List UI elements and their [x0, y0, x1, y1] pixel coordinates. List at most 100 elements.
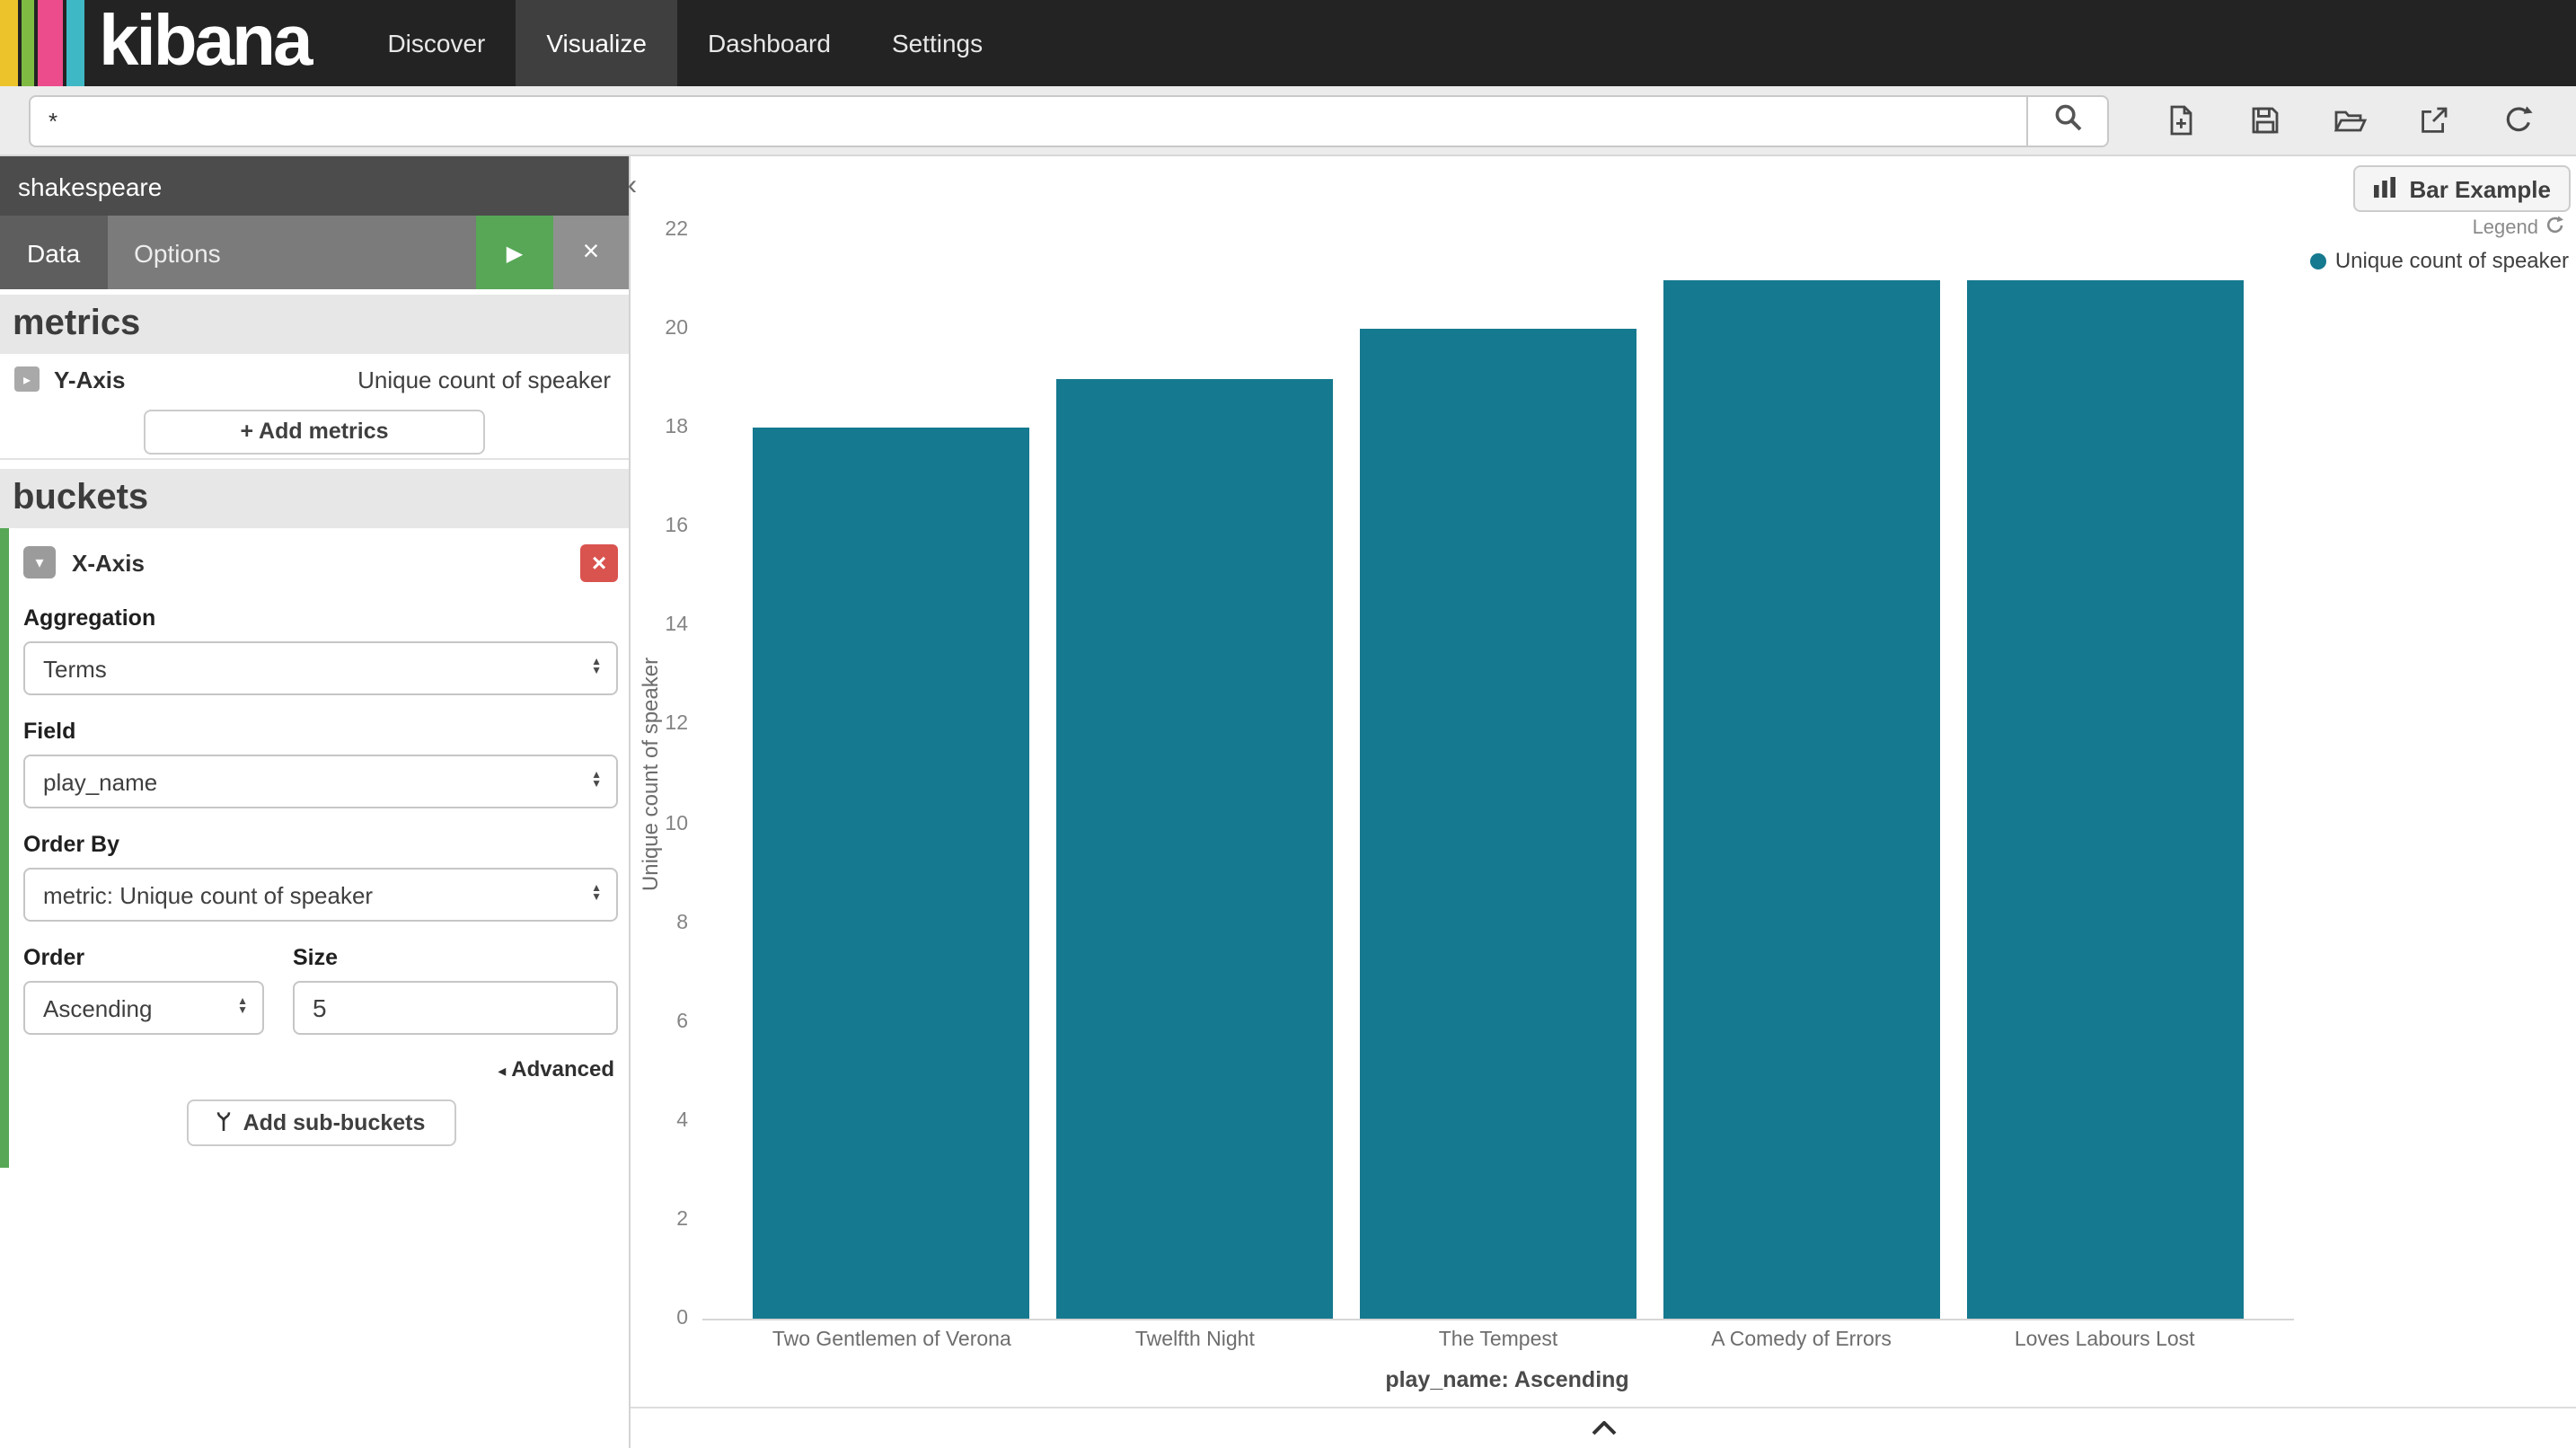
sidebar-tabs: Data Options ▶ × — [0, 216, 629, 289]
order-select[interactable]: Ascending ▲▼ — [23, 981, 264, 1035]
x-category-label: The Tempest — [1439, 1329, 1558, 1351]
nav-item-discover[interactable]: Discover — [357, 0, 516, 86]
buckets-section-heading: buckets — [0, 469, 629, 528]
bar-chart-plot: 0246810121416182022 — [702, 230, 2294, 1320]
viz-type-label: Bar Example — [2409, 175, 2551, 202]
legend-series-dot — [2310, 252, 2326, 269]
nav-item-settings[interactable]: Settings — [861, 0, 1013, 86]
add-metrics-button[interactable]: + Add metrics — [144, 409, 485, 454]
legend-toggle[interactable]: Legend — [2473, 216, 2565, 241]
aggregation-select-value: Terms — [43, 655, 591, 682]
chart-bar-0[interactable] — [754, 428, 1030, 1319]
x-category-label: Loves Labours Lost — [2015, 1329, 2195, 1351]
viz-type-badge: Bar Example — [2353, 165, 2571, 212]
y-tick-label: 14 — [665, 615, 688, 637]
select-stepper-icon: ▲▼ — [237, 998, 248, 1018]
y-tick-label: 20 — [665, 318, 688, 340]
field-select-value: play_name — [43, 768, 591, 795]
index-pattern-header: shakespeare — [0, 156, 629, 216]
legend-item[interactable]: Unique count of speaker — [2310, 248, 2569, 273]
load-visualization-icon[interactable] — [2332, 102, 2368, 138]
order-select-value: Ascending — [43, 994, 237, 1021]
tab-data[interactable]: Data — [0, 216, 107, 289]
share-icon[interactable] — [2416, 102, 2452, 138]
brand-text: kibana — [99, 0, 310, 86]
nav-item-visualize[interactable]: Visualize — [516, 0, 677, 86]
order-label: Order — [23, 945, 264, 970]
remove-bucket-button[interactable]: × — [580, 543, 618, 581]
y-axis-title: Unique count of speaker — [631, 230, 670, 1319]
add-subbuckets-button[interactable]: Add sub-buckets — [186, 1099, 455, 1146]
chart-bar-3[interactable] — [1663, 279, 1940, 1319]
x-axis-title: play_name: Ascending — [1385, 1367, 1628, 1392]
field-label: Field — [23, 719, 618, 744]
close-icon: × — [583, 236, 600, 267]
sidebar-collapse-icon[interactable]: ‹ — [618, 171, 647, 203]
y-tick-label: 6 — [676, 1011, 688, 1032]
chart-bar-2[interactable] — [1360, 329, 1636, 1319]
viz-footer-divider — [631, 1407, 2576, 1408]
discard-changes-button[interactable]: × — [553, 216, 629, 289]
size-label: Size — [293, 945, 618, 970]
kibana-logo[interactable]: kibana — [0, 0, 357, 86]
x-category-label: A Comedy of Errors — [1711, 1329, 1892, 1351]
size-input[interactable] — [293, 981, 618, 1035]
y-tick-label: 8 — [676, 912, 688, 933]
y-tick-label: 4 — [676, 1110, 688, 1132]
tabs-spacer — [248, 216, 476, 289]
save-visualization-icon[interactable] — [2247, 102, 2283, 138]
metric-label: Y-Axis — [54, 366, 126, 393]
x-category-label: Twelfth Night — [1135, 1329, 1255, 1351]
select-stepper-icon: ▲▼ — [591, 658, 602, 678]
legend-rotate-icon — [2545, 216, 2565, 241]
expand-right-icon[interactable]: ▸ — [14, 366, 40, 392]
toolbar-icons — [2163, 102, 2536, 138]
query-toolbar — [0, 86, 2576, 156]
order-size-row: Order Ascending ▲▼ Size — [23, 922, 618, 1035]
advanced-toggle[interactable]: ◂ Advanced — [23, 1056, 618, 1082]
y-tick-label: 12 — [665, 714, 688, 736]
play-icon: ▶ — [507, 242, 523, 263]
metrics-section-heading: metrics — [0, 295, 629, 354]
screenshot-viewport: kibana Discover Visualize Dashboard Sett… — [0, 0, 2576, 1448]
field-select[interactable]: play_name ▲▼ — [23, 755, 618, 808]
visualization-editor-sidebar: shakespeare Data Options ▶ × metrics ▸ Y… — [0, 156, 631, 1448]
chart-bar-4[interactable] — [1966, 279, 2243, 1319]
aggregation-label: Aggregation — [23, 605, 618, 631]
new-visualization-icon[interactable] — [2163, 102, 2199, 138]
bar-chart-icon — [2373, 175, 2398, 202]
bucket-title-row: ▾ X-Axis × — [23, 543, 618, 582]
y-tick-label: 2 — [676, 1209, 688, 1231]
refresh-icon[interactable] — [2501, 102, 2536, 138]
x-axis-category-labels: Two Gentlemen of Verona Twelfth Night The … — [702, 1329, 2294, 1358]
nav-item-dashboard[interactable]: Dashboard — [677, 0, 861, 86]
x-category-label: Two Gentlemen of Verona — [772, 1329, 1011, 1351]
y-axis-metric-row[interactable]: ▸ Y-Axis Unique count of speaker — [0, 354, 629, 404]
aggregation-select[interactable]: Terms ▲▼ — [23, 641, 618, 695]
metric-value: Unique count of speaker — [357, 366, 611, 393]
collapse-spy-panel-button[interactable] — [1564, 1412, 1643, 1441]
tab-options[interactable]: Options — [107, 216, 248, 289]
advanced-label: Advanced — [511, 1056, 614, 1082]
legend-series-label: Unique count of speaker — [2335, 248, 2569, 273]
branch-icon — [216, 1109, 233, 1136]
legend-toggle-label: Legend — [2473, 217, 2538, 239]
query-input[interactable] — [29, 94, 2026, 146]
apply-changes-button[interactable]: ▶ — [476, 216, 553, 289]
y-tick-label: 16 — [665, 517, 688, 538]
y-tick-label: 22 — [665, 219, 688, 241]
order-by-select[interactable]: metric: Unique count of speaker ▲▼ — [23, 868, 618, 922]
order-by-label: Order By — [23, 832, 618, 857]
bucket-title: X-Axis — [72, 549, 145, 576]
kibana-logo-mark-icon — [0, 0, 84, 86]
select-stepper-icon: ▲▼ — [591, 885, 602, 905]
chevron-down-icon[interactable]: ▾ — [23, 546, 56, 578]
chart-bar-1[interactable] — [1056, 378, 1333, 1319]
top-navbar: kibana Discover Visualize Dashboard Sett… — [0, 0, 2576, 86]
advanced-collapse-icon: ◂ — [498, 1062, 506, 1080]
search-icon — [2052, 102, 2083, 138]
search-button[interactable] — [2026, 94, 2109, 146]
kibana-app: kibana Discover Visualize Dashboard Sett… — [0, 0, 2576, 1448]
add-subbuckets-row: Add sub-buckets — [23, 1099, 618, 1146]
y-tick-label: 0 — [676, 1308, 688, 1329]
